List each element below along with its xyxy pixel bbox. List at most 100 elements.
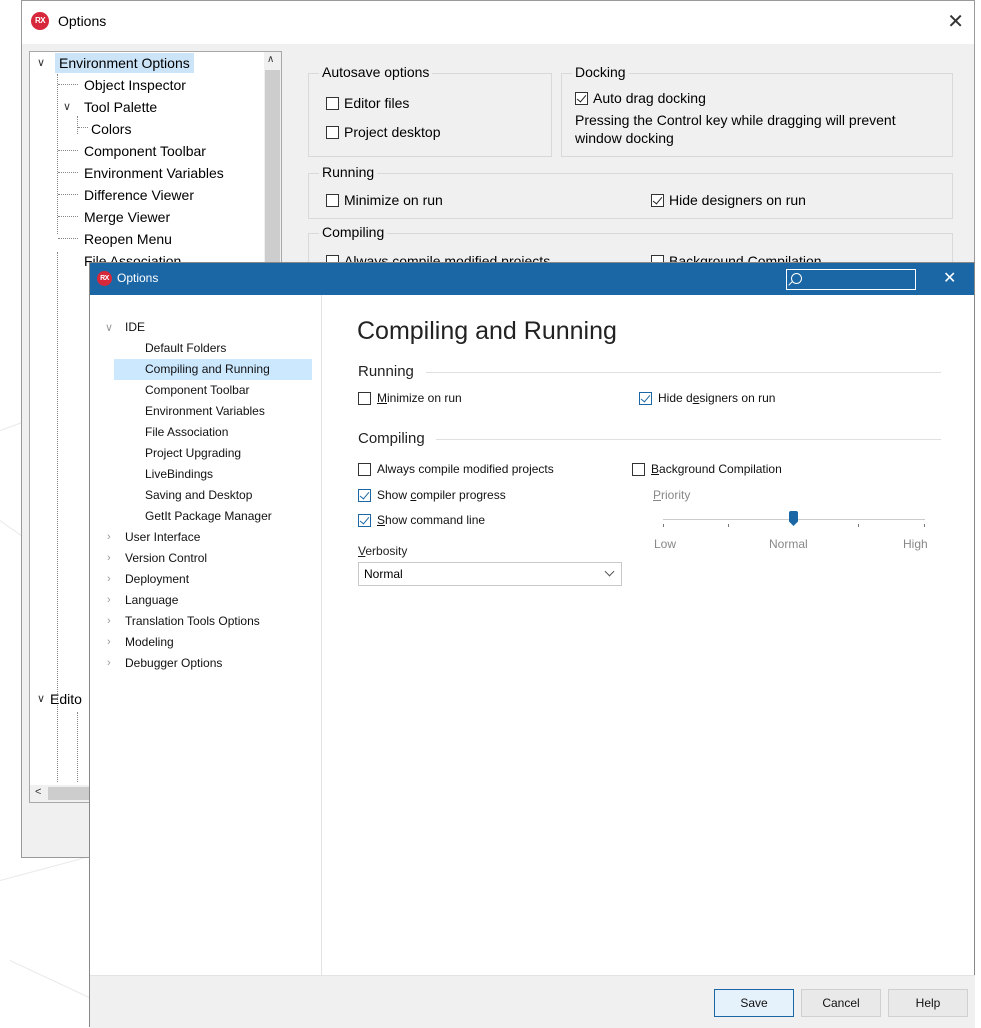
slider-tick bbox=[858, 524, 859, 527]
nav-item-getit-package-manager[interactable]: GetIt Package Manager bbox=[145, 506, 272, 527]
always-compile-checkbox[interactable]: Always compile modified projects bbox=[358, 462, 554, 476]
autosave-group: Autosave options Editor files Project de… bbox=[308, 64, 552, 157]
nav-item-saving-and-desktop[interactable]: Saving and Desktop bbox=[145, 485, 252, 506]
nav-item-translation-tools-options[interactable]: Translation Tools Options bbox=[125, 611, 260, 632]
tree-item-colors[interactable]: Colors bbox=[91, 119, 131, 139]
running-section-title: Running bbox=[358, 363, 414, 380]
nav-item-component-toolbar[interactable]: Component Toolbar bbox=[145, 380, 250, 401]
nav-item-environment-variables[interactable]: Environment Variables bbox=[145, 401, 265, 422]
nav-item-modeling[interactable]: Modeling bbox=[125, 632, 174, 653]
chevron-right-icon[interactable]: › bbox=[107, 594, 111, 606]
docking-group-title: Docking bbox=[572, 64, 629, 80]
old-window-title: Options bbox=[58, 13, 107, 29]
tree-item-environment-options[interactable]: Environment Options bbox=[55, 53, 194, 73]
tree-connector bbox=[58, 150, 78, 151]
options-search-input[interactable] bbox=[786, 269, 916, 290]
chevron-down-icon[interactable]: ∨ bbox=[105, 321, 113, 334]
priority-slider-thumb[interactable] bbox=[789, 511, 798, 526]
checkbox-label: Minimize on run bbox=[344, 192, 443, 208]
chevron-right-icon[interactable]: › bbox=[107, 636, 111, 648]
checkbox-box[interactable] bbox=[639, 391, 652, 405]
checkbox-label: Hide designers on run bbox=[658, 391, 776, 405]
tree-item-component-toolbar[interactable]: Component Toolbar bbox=[84, 141, 206, 161]
tree-connector bbox=[58, 238, 78, 239]
nav-item-version-control[interactable]: Version Control bbox=[125, 548, 207, 569]
checkbox-box[interactable] bbox=[358, 513, 371, 527]
nav-item-deployment[interactable]: Deployment bbox=[125, 569, 189, 590]
docking-note: Pressing the Control key while dragging … bbox=[575, 112, 896, 146]
chevron-right-icon[interactable]: › bbox=[107, 573, 111, 585]
new-close-icon[interactable]: ✕ bbox=[943, 268, 956, 288]
options-navigation-tree[interactable]: ∨ IDE Default Folders Compiling and Runn… bbox=[90, 295, 322, 975]
slider-tick bbox=[663, 524, 664, 527]
nav-item-debugger-options[interactable]: Debugger Options bbox=[125, 653, 222, 674]
tree-item-tool-palette[interactable]: Tool Palette bbox=[84, 97, 157, 117]
nav-item-ide[interactable]: IDE bbox=[125, 317, 145, 338]
tree-item-editor[interactable]: Edito bbox=[50, 689, 82, 709]
chevron-down-icon[interactable]: ∨ bbox=[63, 100, 71, 113]
tree-item-merge-viewer[interactable]: Merge Viewer bbox=[84, 207, 170, 227]
hide-designers-on-run-checkbox[interactable]: Hide designers on run bbox=[639, 391, 775, 405]
old-hide-designers-checkbox[interactable]: Hide designers on run bbox=[651, 192, 806, 208]
checkbox-label: Show compiler progress bbox=[377, 488, 506, 502]
nav-item-project-upgrading[interactable]: Project Upgrading bbox=[145, 443, 241, 464]
nav-item-file-association[interactable]: File Association bbox=[145, 422, 228, 443]
old-title-bar: RX Options ✕ bbox=[22, 1, 974, 44]
scrollbar-thumb[interactable] bbox=[265, 70, 280, 265]
chevron-left-icon[interactable]: < bbox=[35, 786, 41, 798]
tree-item-environment-variables[interactable]: Environment Variables bbox=[84, 163, 224, 183]
tree-connector bbox=[78, 127, 88, 128]
show-compiler-progress-checkbox[interactable]: Show compiler progress bbox=[358, 488, 506, 502]
priority-low-label: Low bbox=[654, 537, 677, 551]
slider-tick bbox=[728, 524, 729, 527]
tree-item-difference-viewer[interactable]: Difference Viewer bbox=[84, 185, 194, 205]
chevron-right-icon[interactable]: › bbox=[107, 552, 111, 564]
checkbox-box[interactable] bbox=[326, 125, 339, 139]
checkbox-box[interactable] bbox=[651, 193, 664, 207]
nav-item-default-folders[interactable]: Default Folders bbox=[145, 338, 226, 359]
editor-files-checkbox[interactable]: Editor files bbox=[326, 95, 409, 111]
nav-item-language[interactable]: Language bbox=[125, 590, 178, 611]
checkbox-label: Editor files bbox=[344, 95, 410, 111]
checkbox-box[interactable] bbox=[358, 488, 371, 502]
slider-tick bbox=[924, 524, 925, 527]
help-button[interactable]: Help bbox=[888, 989, 968, 1017]
checkbox-box[interactable] bbox=[358, 462, 371, 476]
chevron-down-icon[interactable]: ∨ bbox=[37, 692, 45, 705]
save-button[interactable]: Save bbox=[714, 989, 794, 1017]
tree-item-reopen-menu[interactable]: Reopen Menu bbox=[84, 229, 172, 249]
tree-item-object-inspector[interactable]: Object Inspector bbox=[84, 75, 186, 95]
minimize-on-run-checkbox[interactable]: Minimize on run bbox=[358, 391, 462, 405]
checkbox-label: Minimize on run bbox=[377, 391, 462, 405]
show-command-line-checkbox[interactable]: Show command line bbox=[358, 513, 485, 527]
checkbox-label: Always compile modified projects bbox=[377, 462, 554, 476]
background-compilation-checkbox[interactable]: Background Compilation bbox=[632, 462, 782, 476]
nav-item-livebindings[interactable]: LiveBindings bbox=[145, 464, 213, 485]
chevron-up-icon[interactable]: ∧ bbox=[267, 54, 274, 65]
nav-item-compiling-and-running[interactable]: Compiling and Running bbox=[114, 359, 312, 380]
project-desktop-checkbox[interactable]: Project desktop bbox=[326, 124, 441, 140]
chevron-right-icon[interactable]: › bbox=[107, 657, 111, 669]
old-running-group: Running Minimize on run Hide designers o… bbox=[308, 164, 953, 219]
auto-drag-docking-checkbox[interactable]: Auto drag docking bbox=[575, 90, 706, 106]
chevron-right-icon[interactable]: › bbox=[107, 531, 111, 543]
chevron-down-icon bbox=[604, 566, 615, 577]
nav-item-user-interface[interactable]: User Interface bbox=[125, 527, 200, 548]
tree-connector bbox=[58, 172, 78, 173]
chevron-right-icon[interactable]: › bbox=[107, 615, 111, 627]
cancel-button[interactable]: Cancel bbox=[801, 989, 881, 1017]
new-window-title: Options bbox=[117, 271, 159, 285]
new-options-window: RX Options ✕ ∨ IDE Default Folders Compi… bbox=[89, 262, 975, 1028]
verbosity-dropdown[interactable]: Normal bbox=[358, 562, 622, 586]
checkbox-box[interactable] bbox=[326, 193, 339, 207]
checkbox-box[interactable] bbox=[632, 462, 645, 476]
old-compiling-group-title: Compiling bbox=[319, 224, 388, 240]
old-close-icon[interactable]: ✕ bbox=[947, 9, 964, 34]
old-minimize-on-run-checkbox[interactable]: Minimize on run bbox=[326, 192, 443, 208]
checkbox-box[interactable] bbox=[358, 391, 371, 405]
page-title: Compiling and Running bbox=[357, 317, 617, 345]
chevron-down-icon[interactable]: ∨ bbox=[37, 56, 45, 69]
checkbox-box[interactable] bbox=[575, 91, 588, 105]
docking-group: Docking Auto drag docking Pressing the C… bbox=[561, 64, 953, 157]
checkbox-box[interactable] bbox=[326, 96, 339, 110]
